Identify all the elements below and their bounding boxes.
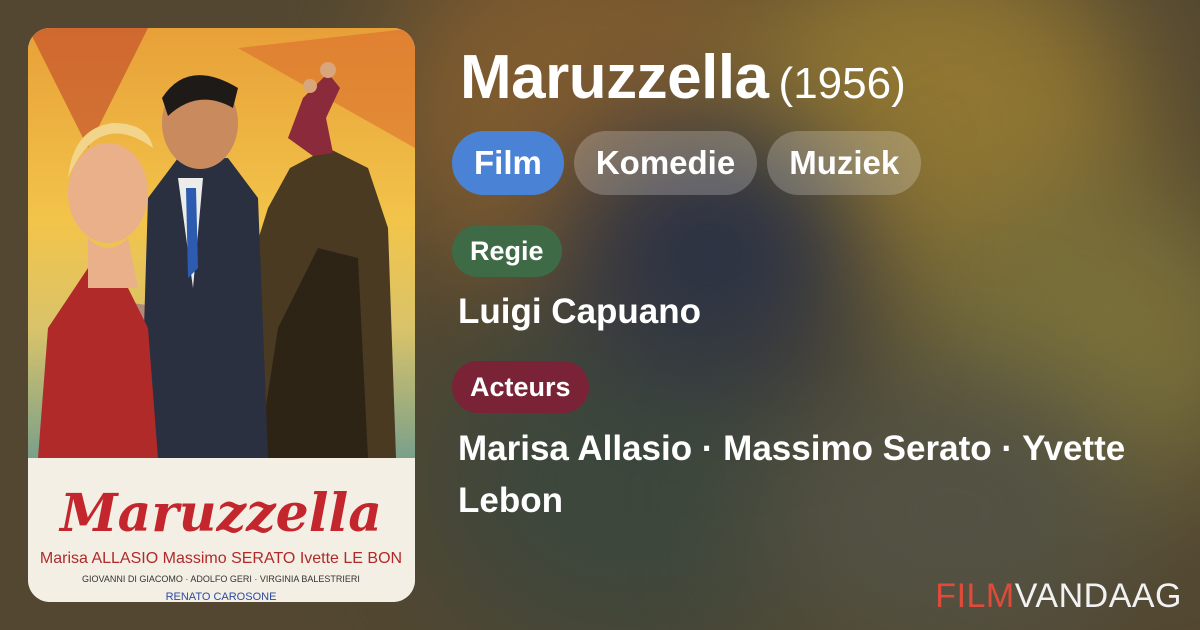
brand-logo-part1: FILM [935, 577, 1015, 615]
movie-title: Maruzzella [460, 43, 769, 112]
brand-logo[interactable]: FILMVANDAAG [935, 577, 1182, 616]
movie-heading: Maruzzella (1956) [460, 42, 906, 113]
genre-list: Film Komedie Muziek [452, 131, 922, 195]
movie-poster[interactable]: Maruzzella Marisa ALLASIO Massimo SERATO… [28, 28, 415, 602]
genre-chip-film[interactable]: Film [452, 131, 564, 195]
genre-chip-komedie[interactable]: Komedie [573, 131, 758, 195]
actors-list[interactable]: Marisa Allasio · Massimo Serato · Yvette… [458, 423, 1158, 527]
genre-chip-muziek[interactable]: Muziek [767, 131, 922, 195]
poster-credits-secondary: GIOVANNI DI GIACOMO · ADOLFO GERI · VIRG… [82, 574, 360, 584]
actors-label: Acteurs [452, 361, 589, 413]
movie-year: (1956) [778, 59, 906, 108]
director-label: Regie [452, 225, 562, 277]
poster-credits-main: Marisa ALLASIO Massimo SERATO Ivette LE … [40, 550, 402, 567]
poster-credits-music: RENATO CAROSONE [166, 591, 277, 602]
poster-title: Maruzzella [58, 483, 382, 544]
director-name[interactable]: Luigi Capuano [458, 286, 701, 338]
brand-logo-part2: VANDAAG [1014, 577, 1182, 615]
